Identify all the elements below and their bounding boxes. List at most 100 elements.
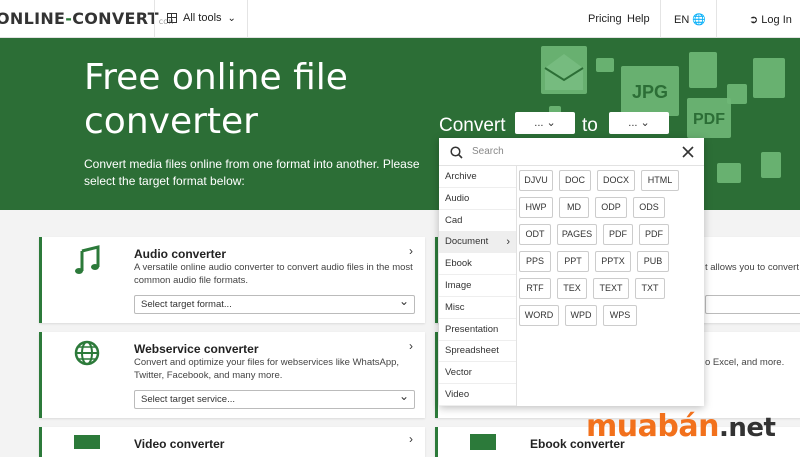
- format-option-pptx[interactable]: PPTX: [595, 251, 631, 272]
- card-description: Convert and optimize your files for webs…: [134, 357, 400, 381]
- chevron-right-icon: ›: [409, 339, 413, 353]
- card-description: A versatile online audio converter to co…: [134, 262, 413, 286]
- target-format-dropdown: Search Archive Audio Cad Document › Ebook Imag…: [439, 138, 704, 406]
- watermark-tld: .net: [718, 413, 776, 443]
- logo-text-end: CONVERT: [72, 9, 159, 28]
- format-option-pdf[interactable]: PDF: [603, 224, 633, 245]
- grid-icon: [167, 13, 177, 23]
- convert-label: Convert: [439, 115, 506, 136]
- category-item-vector[interactable]: Vector: [439, 362, 516, 385]
- chevron-right-icon: ›: [409, 244, 413, 258]
- category-item-audio[interactable]: Audio: [439, 188, 516, 210]
- card-description: o Excel, and more.: [705, 357, 785, 368]
- header-divider: [247, 0, 248, 38]
- hero-title: Free online file converter: [84, 57, 348, 142]
- help-link[interactable]: Help: [627, 13, 650, 25]
- image-file-icon: [689, 52, 717, 88]
- format-option-tex[interactable]: TEX: [557, 278, 587, 299]
- login-label: Log In: [761, 14, 792, 26]
- logo-text-main: ONLINE: [0, 9, 66, 28]
- file-icon: [596, 58, 614, 72]
- header-divider: [154, 0, 155, 38]
- language-label: EN: [674, 14, 690, 26]
- card-title: Audio converter: [134, 247, 227, 261]
- format-option-hwp[interactable]: HWP: [519, 197, 553, 218]
- format-option-ppt[interactable]: PPT: [557, 251, 589, 272]
- category-item-archive[interactable]: Archive: [439, 166, 516, 188]
- webservice-target-select[interactable]: Select target service...: [134, 388, 415, 409]
- chevron-down-icon: ⌄: [640, 117, 650, 129]
- jpg-file-icon: JPG: [621, 66, 679, 116]
- chevron-right-icon: ›: [409, 432, 413, 446]
- watermark-brand: muabán: [586, 409, 719, 444]
- audio-target-format-select[interactable]: Select target format...: [134, 293, 415, 314]
- format-option-docx[interactable]: DOCX: [597, 170, 635, 191]
- chevron-down-icon: ⌄: [546, 117, 556, 129]
- format-option-odt[interactable]: ODT: [519, 224, 551, 245]
- format-option-wpd[interactable]: WPD: [565, 305, 597, 326]
- language-selector[interactable]: EN 🌐: [674, 13, 706, 26]
- file-icon: [717, 163, 741, 183]
- video-icon: [74, 435, 100, 449]
- watermark-logo: muabán.net: [586, 409, 776, 444]
- format-option-odp[interactable]: ODP: [595, 197, 627, 218]
- from-format-value: ...: [534, 117, 544, 129]
- card-title: Video converter: [134, 437, 225, 451]
- format-option-pdf[interactable]: PDF: [639, 224, 669, 245]
- search-icon: [450, 146, 463, 159]
- from-format-select[interactable]: ... ⌄: [515, 112, 575, 134]
- card-title: Webservice converter: [134, 342, 259, 356]
- category-item-misc[interactable]: Misc: [439, 297, 516, 319]
- format-option-text[interactable]: TEXT: [593, 278, 629, 299]
- text-file-icon: [761, 152, 781, 178]
- hero-subtitle: Convert media files online from one form…: [84, 157, 420, 188]
- close-icon[interactable]: [682, 146, 694, 158]
- card-description: t allows you to convert: [705, 262, 799, 273]
- chart-file-icon: [753, 58, 785, 98]
- to-label: to: [582, 115, 598, 136]
- format-search-input[interactable]: Search: [439, 138, 704, 166]
- all-tools-menu[interactable]: All tools ⌄: [167, 12, 236, 24]
- format-option-md[interactable]: MD: [559, 197, 589, 218]
- document-target-select[interactable]: [705, 293, 800, 314]
- format-option-wps[interactable]: WPS: [603, 305, 637, 326]
- category-item-video[interactable]: Video: [439, 384, 516, 406]
- audio-converter-card[interactable]: Audio converter › A versatile online aud…: [39, 237, 425, 323]
- ebook-icon: [470, 434, 496, 450]
- all-tools-label: All tools: [183, 12, 222, 24]
- category-item-presentation[interactable]: Presentation: [439, 319, 516, 341]
- login-link[interactable]: ➲ Log In: [749, 13, 792, 26]
- format-option-rtf[interactable]: RTF: [519, 278, 551, 299]
- music-note-icon: [75, 245, 100, 274]
- pdf-file-icon: PDF: [687, 98, 731, 138]
- format-option-pub[interactable]: PUB: [637, 251, 669, 272]
- to-format-select[interactable]: ... ⌄: [609, 112, 669, 134]
- category-item-spreadsheet[interactable]: Spreadsheet: [439, 340, 516, 363]
- video-converter-card[interactable]: Video converter ›: [39, 427, 425, 457]
- category-item-document[interactable]: Document ›: [439, 231, 516, 254]
- globe-icon: [74, 340, 100, 366]
- category-item-cad[interactable]: Cad: [439, 210, 516, 232]
- format-option-txt[interactable]: TXT: [635, 278, 665, 299]
- webservice-converter-card[interactable]: Webservice converter › Convert and optim…: [39, 332, 425, 418]
- format-option-djvu[interactable]: DJVU: [519, 170, 553, 191]
- pricing-link[interactable]: Pricing: [588, 13, 622, 25]
- search-placeholder: Search: [472, 146, 504, 157]
- login-icon: ➲: [749, 14, 759, 26]
- top-navbar: ONLINE-CONVERTCOM All tools ⌄ Pricing He…: [0, 0, 800, 38]
- format-option-word[interactable]: WORD: [519, 305, 559, 326]
- format-option-ods[interactable]: ODS: [633, 197, 665, 218]
- header-divider: [716, 0, 717, 38]
- site-logo[interactable]: ONLINE-CONVERTCOM: [0, 9, 174, 28]
- mail-file-icon: [541, 46, 587, 94]
- format-option-html[interactable]: HTML: [641, 170, 679, 191]
- format-option-pps[interactable]: PPS: [519, 251, 551, 272]
- chevron-right-icon: ›: [506, 236, 510, 249]
- to-format-value: ...: [628, 117, 638, 129]
- category-item-ebook[interactable]: Ebook: [439, 253, 516, 276]
- format-option-pages[interactable]: PAGES: [557, 224, 597, 245]
- category-divider: [516, 166, 517, 406]
- category-item-image[interactable]: Image: [439, 275, 516, 297]
- chevron-down-icon: ⌄: [227, 12, 236, 24]
- format-option-doc[interactable]: DOC: [559, 170, 591, 191]
